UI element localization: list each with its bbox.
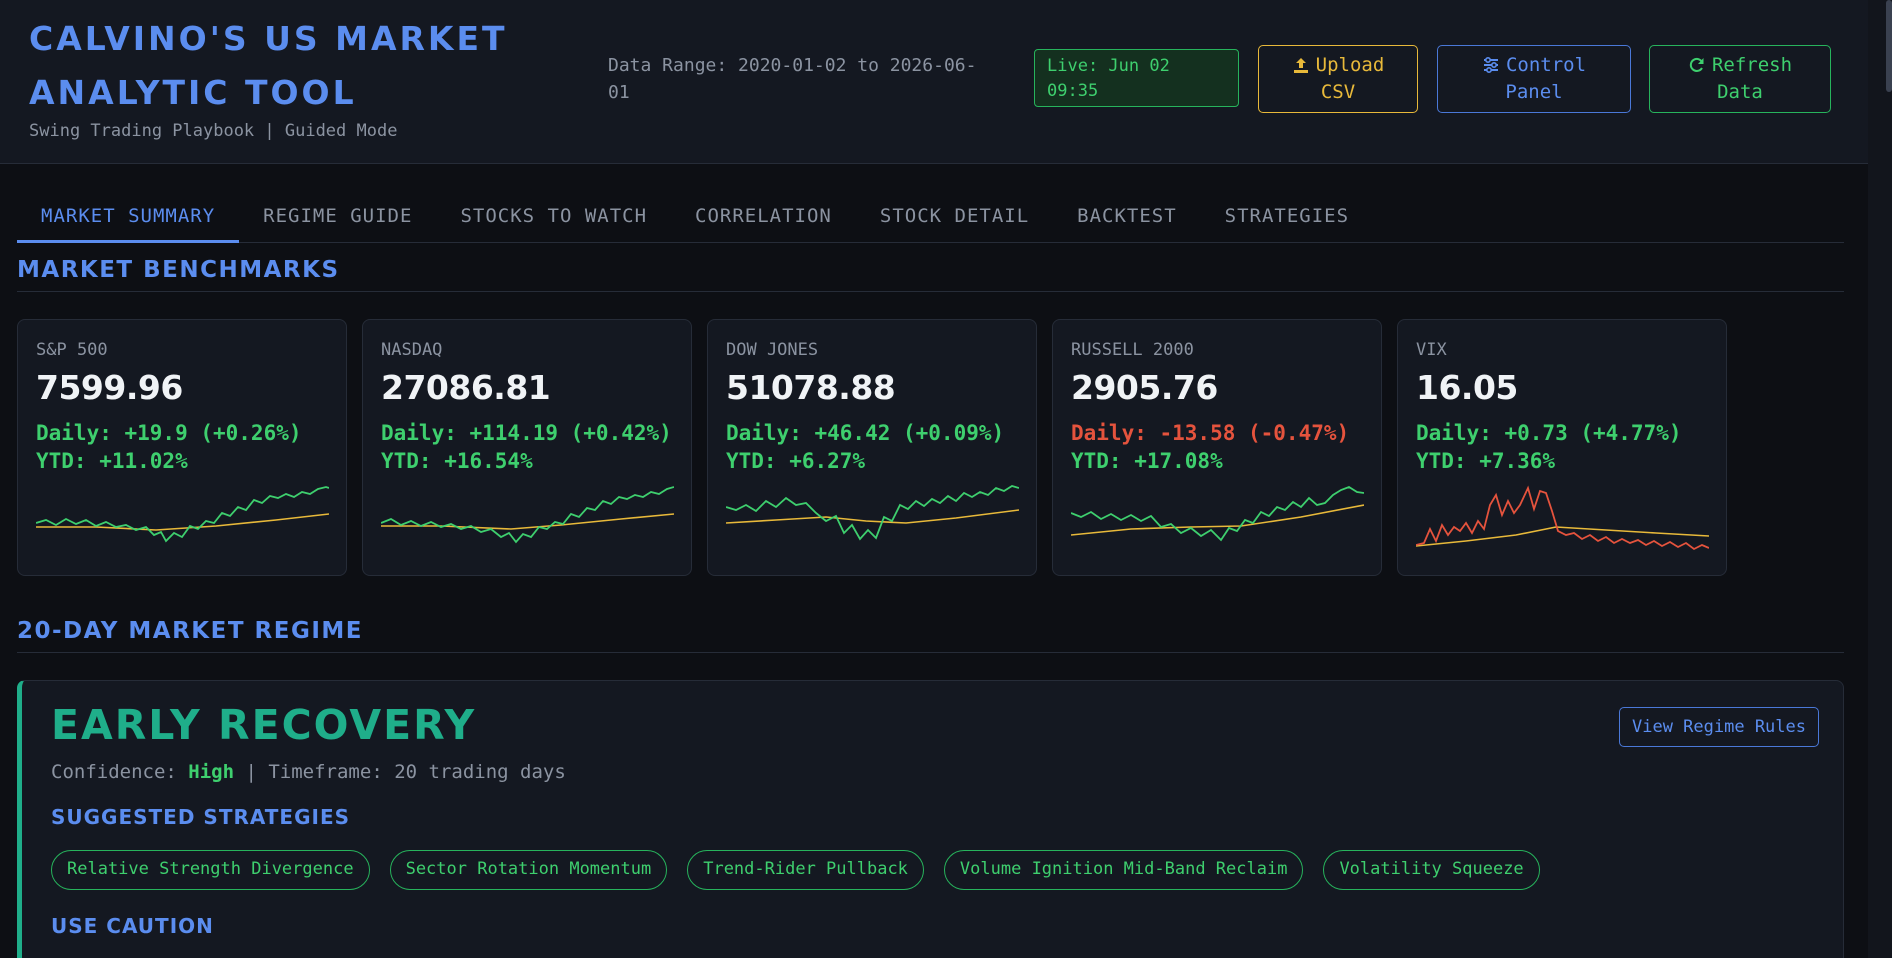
- benchmark-daily-change: Daily: -13.58 (-0.47%): [1071, 421, 1350, 445]
- benchmark-value: 16.05: [1416, 368, 1518, 407]
- upload-csv-button[interactable]: Upload CSV: [1258, 45, 1418, 113]
- benchmark-sparkline: [381, 486, 674, 544]
- main-tab-bar: MARKET SUMMARY REGIME GUIDE STOCKS TO WA…: [17, 197, 1844, 243]
- benchmark-card-sp500[interactable]: S&P 500 7599.96 Daily: +19.9 (+0.26%) YT…: [17, 319, 347, 576]
- benchmark-value: 7599.96: [36, 368, 183, 407]
- confidence-label: Confidence:: [51, 761, 189, 783]
- benchmark-daily-change: Daily: +19.9 (+0.26%): [36, 421, 302, 445]
- tab-market-summary[interactable]: MARKET SUMMARY: [17, 197, 240, 243]
- tab-strategies[interactable]: STRATEGIES: [1201, 197, 1373, 243]
- refresh-data-button[interactable]: Refresh Data: [1649, 45, 1831, 113]
- refresh-data-label: Refresh Data: [1711, 54, 1793, 103]
- regime-name: EARLY RECOVERY: [51, 701, 477, 749]
- benchmark-sparkline: [1416, 485, 1709, 551]
- benchmark-ytd-change: YTD: +6.27%: [726, 449, 866, 473]
- moving-average-line: [726, 509, 1019, 524]
- tab-stocks-to-watch[interactable]: STOCKS TO WATCH: [436, 197, 671, 243]
- view-regime-rules-button[interactable]: View Regime Rules: [1619, 707, 1819, 747]
- strategy-chip-list: Relative Strength Divergence Sector Rota…: [51, 850, 1540, 890]
- app-subtitle: Swing Trading Playbook | Guided Mode: [29, 121, 398, 141]
- benchmark-value: 27086.81: [381, 368, 551, 407]
- benchmark-card-dow-jones[interactable]: DOW JONES 51078.88 Daily: +46.42 (+0.09%…: [707, 319, 1037, 576]
- suggested-strategies-title: SUGGESTED STRATEGIES: [51, 805, 351, 829]
- benchmark-name: VIX: [1416, 340, 1447, 360]
- tab-correlation[interactable]: CORRELATION: [671, 197, 856, 243]
- page-scrollbar-track[interactable]: [1868, 0, 1892, 958]
- control-panel-label: Control Panel: [1505, 54, 1587, 103]
- benchmark-daily-change: Daily: +0.73 (+4.77%): [1416, 421, 1682, 445]
- benchmark-sparkline: [1071, 486, 1364, 542]
- benchmark-ytd-change: YTD: +7.36%: [1416, 449, 1556, 473]
- strategy-chip[interactable]: Trend-Rider Pullback: [687, 850, 924, 890]
- benchmark-ytd-change: YTD: +16.54%: [381, 449, 533, 473]
- moving-average-line: [1071, 504, 1364, 536]
- benchmark-card-vix[interactable]: VIX 16.05 Daily: +0.73 (+4.77%) YTD: +7.…: [1397, 319, 1727, 576]
- page-scrollbar-thumb[interactable]: [1886, 0, 1892, 92]
- strategy-chip[interactable]: Volume Ignition Mid-Band Reclaim: [943, 850, 1304, 890]
- timeframe-label: | Timeframe: 20 trading days: [234, 761, 566, 783]
- strategy-chip[interactable]: Sector Rotation Momentum: [389, 850, 668, 890]
- use-caution-title: USE CAUTION: [51, 914, 214, 938]
- benchmark-value: 2905.76: [1071, 368, 1218, 407]
- confidence-value: High: [188, 761, 235, 783]
- benchmark-ytd-change: YTD: +17.08%: [1071, 449, 1223, 473]
- benchmark-card-nasdaq[interactable]: NASDAQ 27086.81 Daily: +114.19 (+0.42%) …: [362, 319, 692, 576]
- strategy-chip[interactable]: Relative Strength Divergence: [51, 850, 370, 890]
- benchmark-name: DOW JONES: [726, 340, 819, 360]
- benchmark-name: RUSSELL 2000: [1071, 340, 1194, 360]
- benchmark-sparkline: [726, 485, 1019, 541]
- upload-icon: [1293, 58, 1308, 73]
- benchmark-sparkline: [36, 486, 329, 543]
- benchmark-daily-change: Daily: +114.19 (+0.42%): [381, 421, 672, 445]
- benchmark-card-russell-2000[interactable]: RUSSELL 2000 2905.76 Daily: -13.58 (-0.4…: [1052, 319, 1382, 576]
- benchmark-name: S&P 500: [36, 340, 108, 360]
- price-line: [1416, 485, 1709, 551]
- benchmarks-section-title: MARKET BENCHMARKS: [17, 257, 1844, 292]
- price-line: [381, 486, 674, 544]
- live-status-badge: Live: Jun 02 09:35: [1034, 49, 1239, 107]
- control-panel-button[interactable]: Control Panel: [1437, 45, 1631, 113]
- benchmark-daily-change: Daily: +46.42 (+0.09%): [726, 421, 1005, 445]
- strategy-chip[interactable]: Volatility Squeeze: [1323, 850, 1540, 890]
- sliders-icon: [1483, 56, 1498, 74]
- moving-average-line: [381, 513, 674, 530]
- app-header: CALVINO'S US MARKET ANALYTIC TOOL Swing …: [0, 0, 1868, 164]
- benchmark-value: 51078.88: [726, 368, 896, 407]
- upload-csv-label: Upload CSV: [1315, 54, 1385, 103]
- tab-stock-detail[interactable]: STOCK DETAIL: [856, 197, 1053, 243]
- price-line: [726, 485, 1019, 541]
- refresh-icon: [1689, 57, 1704, 72]
- regime-section-title: 20-DAY MARKET REGIME: [17, 618, 1844, 653]
- price-line: [36, 486, 329, 543]
- regime-panel: EARLY RECOVERY Confidence: High | Timefr…: [17, 680, 1844, 958]
- tab-backtest[interactable]: BACKTEST: [1053, 197, 1201, 243]
- benchmark-name: NASDAQ: [381, 340, 443, 360]
- benchmark-ytd-change: YTD: +11.02%: [36, 449, 188, 473]
- tab-regime-guide[interactable]: REGIME GUIDE: [239, 197, 436, 243]
- app-title: CALVINO'S US MARKET ANALYTIC TOOL: [29, 19, 508, 112]
- data-range-label: Data Range: 2020-01-02 to 2026-06-01: [608, 55, 977, 103]
- regime-meta: Confidence: High | Timeframe: 20 trading…: [51, 761, 566, 783]
